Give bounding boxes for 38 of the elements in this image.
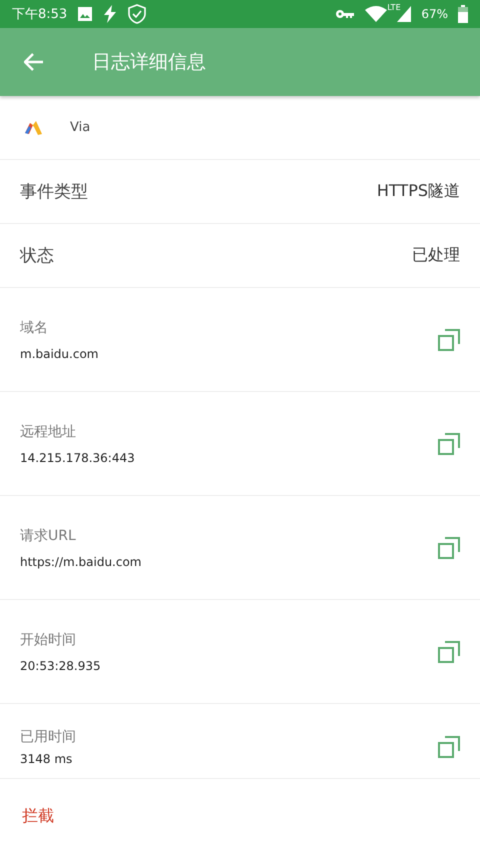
copy-icon bbox=[438, 328, 460, 350]
bolt-icon bbox=[103, 5, 118, 23]
field-value: HTTPS隧道 bbox=[376, 181, 460, 202]
back-arrow-icon bbox=[24, 53, 44, 71]
copy-icon bbox=[438, 432, 460, 454]
copy-icon bbox=[438, 640, 460, 662]
app-name: Via bbox=[70, 120, 90, 135]
copy-icon bbox=[438, 736, 460, 758]
copy-button[interactable] bbox=[438, 536, 460, 558]
field-value: 3148 ms bbox=[20, 752, 74, 766]
field-value: 已处理 bbox=[412, 245, 460, 266]
copy-button[interactable] bbox=[438, 736, 460, 758]
page-title: 日志详细信息 bbox=[92, 50, 206, 75]
field-value: m.baidu.com bbox=[20, 346, 98, 360]
copy-icon bbox=[438, 536, 460, 558]
copy-button[interactable] bbox=[438, 640, 460, 662]
field-label: 请求URL bbox=[20, 526, 77, 544]
field-value: 20:53:28.935 bbox=[20, 658, 101, 672]
status-time: 下午8:53 bbox=[12, 6, 68, 23]
field-value: 14.215.178.36:443 bbox=[20, 450, 135, 464]
shield-check-icon bbox=[127, 4, 148, 24]
copy-button[interactable] bbox=[438, 432, 460, 454]
app-logo-icon bbox=[24, 120, 44, 136]
image-icon bbox=[77, 6, 94, 22]
field-label: 开始时间 bbox=[20, 630, 77, 648]
field-label: 域名 bbox=[20, 318, 49, 336]
block-button[interactable]: 拦截 bbox=[18, 800, 58, 832]
battery-percent: 67% bbox=[421, 7, 448, 21]
field-label: 远程地址 bbox=[20, 422, 77, 440]
network-type: LTE bbox=[387, 4, 401, 12]
battery-icon bbox=[458, 5, 468, 23]
key-icon bbox=[335, 8, 356, 20]
field-value: https://m.baidu.com bbox=[20, 554, 142, 568]
copy-button[interactable] bbox=[438, 328, 460, 350]
field-label: 事件类型 bbox=[20, 181, 88, 203]
field-label: 状态 bbox=[20, 245, 54, 267]
field-label: 已用时间 bbox=[20, 728, 76, 746]
wifi-icon bbox=[365, 6, 388, 22]
